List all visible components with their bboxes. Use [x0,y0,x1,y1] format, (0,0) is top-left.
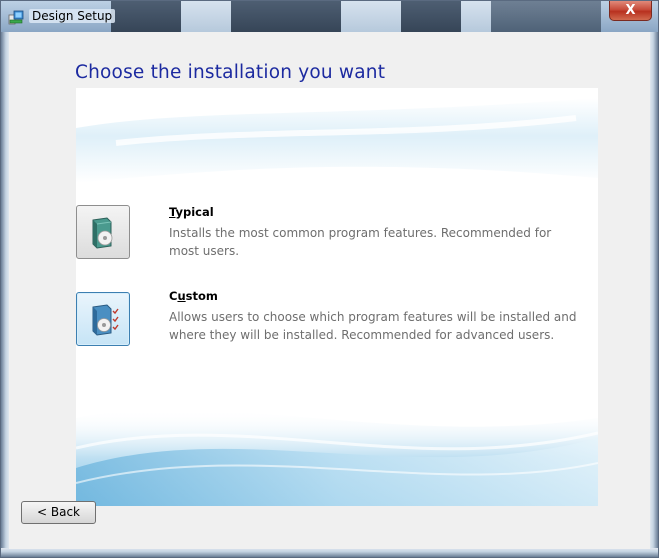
custom-option-description: Allows users to choose which program fea… [169,310,577,342]
mnemonic-letter: u [177,289,186,303]
aero-glass-decoration [181,1,231,32]
typical-option-title[interactable]: Typical [169,205,214,219]
aero-glass-decoration [401,1,461,32]
close-button[interactable]: X [609,1,652,21]
aero-glass-decoration [341,1,401,32]
window-frame-left [1,32,9,557]
disc-package-icon [92,217,113,249]
back-button[interactable]: < Back [21,501,96,524]
background-swoosh-graphic [76,88,598,506]
page-heading: Choose the installation you want [75,62,386,83]
aero-glass-decoration [491,1,601,32]
aero-glass-decoration [461,1,491,32]
typical-option-description: Installs the most common program feature… [169,226,552,258]
typical-install-button[interactable] [76,205,130,259]
dialog-client-area: Choose the installation you want Typical… [9,32,650,549]
custom-install-button[interactable] [76,292,130,346]
setup-app-icon [8,10,24,25]
title-bar[interactable]: Design Setup X [1,1,658,32]
title-text: stom [185,289,218,303]
title-text: ypical [175,205,214,219]
custom-option-title[interactable]: Custom [169,289,218,303]
aero-glass-decoration [111,1,181,32]
window-frame-bottom [1,548,658,557]
setup-window: Design Setup X Choose the installation y… [0,0,659,558]
options-panel: Typical Installs the most common program… [76,88,598,506]
window-frame-right [650,32,658,557]
aero-glass-decoration [231,1,341,32]
custom-package-icon [92,304,119,336]
close-icon: X [625,3,636,18]
window-title: Design Setup [29,9,116,23]
